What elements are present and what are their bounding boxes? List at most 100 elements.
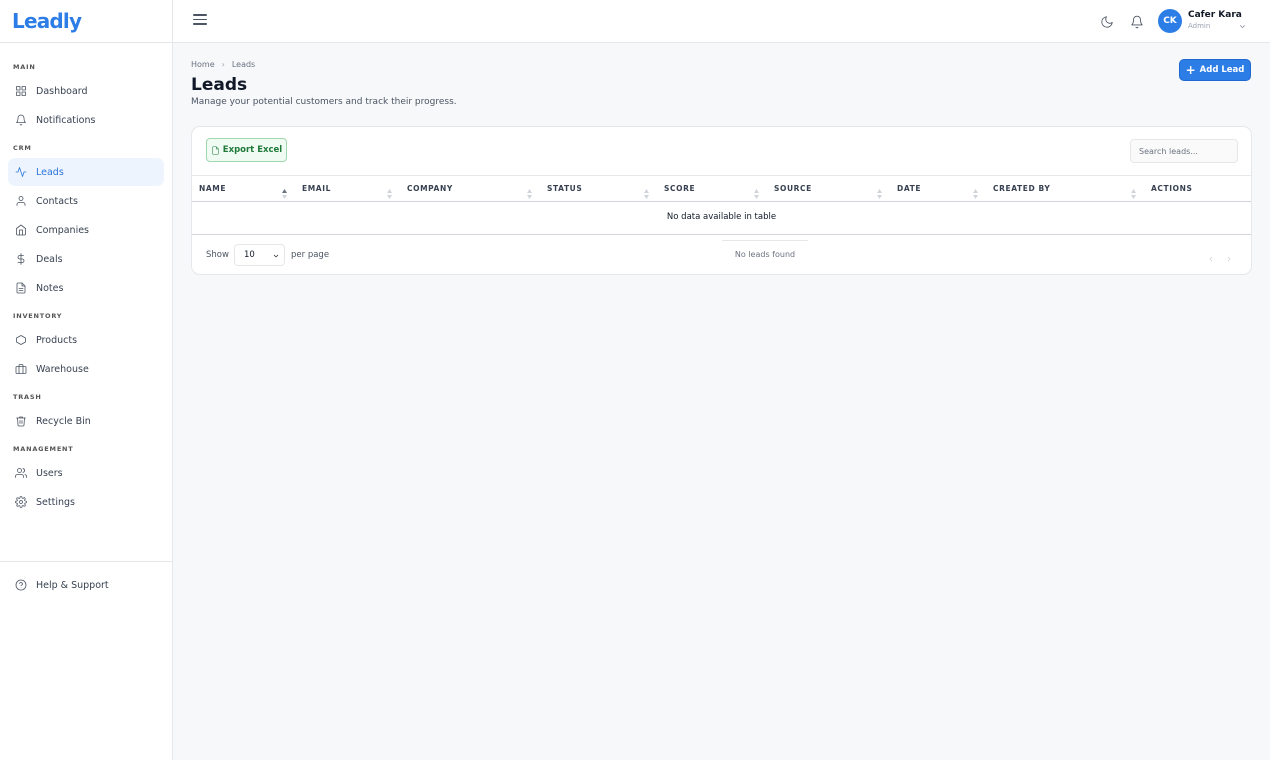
table-info-text: No leads found (722, 240, 808, 259)
sidebar-item-label: Notes (36, 282, 64, 294)
page-subtitle: Manage your potential customers and trac… (191, 97, 457, 107)
column-header-created-by[interactable]: CREATED BY (993, 176, 1050, 202)
sidebar-item-leads[interactable]: Leads (8, 158, 164, 186)
table-header: NAME EMAIL COMPANY STATUS SCORE SOURCE D… (192, 175, 1251, 202)
section-label-crm: CRM (13, 144, 32, 152)
theme-toggle-button[interactable] (1100, 14, 1114, 28)
bell-icon (16, 114, 26, 126)
sidebar-item-warehouse[interactable]: Warehouse (8, 355, 164, 383)
breadcrumb-current: Leads (231, 60, 256, 69)
sidebar-item-label: Recycle Bin (36, 415, 91, 427)
sidebar-item-label: Companies (36, 224, 90, 236)
sidebar-item-notifications[interactable]: Notifications (8, 106, 164, 134)
avatar[interactable]: CK (1158, 9, 1182, 33)
sidebar-item-label: Leads (36, 166, 64, 178)
gear-icon (15, 496, 27, 508)
sidebar-item-label: Dashboard (36, 85, 88, 97)
sort-icon[interactable] (527, 184, 532, 199)
section-label-inventory: INVENTORY (13, 312, 63, 320)
column-header-score[interactable]: SCORE (664, 176, 695, 202)
hamburger-icon (193, 14, 207, 16)
sidebar-item-label: Warehouse (36, 363, 89, 375)
sidebar-nav: MAIN Dashboard Notifications CRM Leads C… (0, 43, 172, 516)
section-label-trash: TRASH (13, 393, 42, 401)
page-title: Leads (191, 75, 248, 95)
column-header-actions: ACTIONS (1151, 184, 1193, 193)
column-header-name[interactable]: NAME (199, 176, 226, 202)
column-header-status[interactable]: STATUS (547, 176, 582, 202)
section-label-management: MANAGEMENT (13, 445, 74, 453)
notifications-button[interactable] (1130, 14, 1144, 29)
hexagon-icon (16, 335, 26, 345)
sidebar-item-companies[interactable]: Companies (8, 216, 164, 244)
sidebar-item-products[interactable]: Products (8, 326, 164, 354)
chevron-left-icon (1209, 256, 1213, 262)
sort-icon[interactable] (973, 184, 978, 199)
sidebar-item-dashboard[interactable]: Dashboard (8, 77, 164, 105)
sidebar-item-label: Notifications (36, 114, 96, 126)
sort-icon[interactable] (387, 184, 392, 199)
chevron-right-icon: › (221, 60, 225, 69)
sidebar-item-contacts[interactable]: Contacts (8, 187, 164, 215)
moon-icon (1101, 16, 1113, 28)
export-excel-button[interactable]: Export Excel (206, 138, 287, 162)
briefcase-icon (15, 364, 27, 374)
show-label: Show (206, 250, 229, 260)
column-header-source[interactable]: SOURCE (774, 176, 812, 202)
user-role: Admin (1188, 22, 1211, 30)
sidebar-item-deals[interactable]: Deals (8, 245, 164, 273)
users-icon (15, 468, 27, 478)
sort-asc-icon[interactable] (282, 184, 287, 199)
next-page-button[interactable] (1225, 248, 1235, 262)
sidebar-item-label: Contacts (36, 195, 78, 207)
prev-page-button[interactable] (1207, 248, 1217, 262)
sidebar-item-label: Users (36, 467, 63, 479)
add-lead-label: Add Lead (1199, 65, 1245, 75)
chevron-down-icon (1240, 25, 1245, 29)
sidebar-item-label: Settings (36, 496, 75, 508)
column-header-email[interactable]: EMAIL (302, 176, 331, 202)
file-icon (212, 145, 219, 155)
sidebar-item-label: Help & Support (36, 579, 109, 591)
logo-area: Leadly (0, 0, 172, 43)
dollar-icon (17, 253, 25, 265)
menu-toggle-button[interactable] (193, 14, 207, 28)
sidebar-item-settings[interactable]: Settings (8, 488, 164, 516)
add-lead-button[interactable]: + Add Lead (1179, 59, 1251, 81)
user-name[interactable]: Cafer Kara (1188, 10, 1242, 20)
section-label-main: MAIN (13, 63, 36, 71)
breadcrumb: Home › Leads (191, 60, 255, 69)
home-icon (16, 224, 26, 236)
sort-icon[interactable] (644, 184, 649, 199)
sort-icon[interactable] (754, 184, 759, 199)
per-page-select[interactable]: 10 (234, 244, 285, 266)
sidebar-item-help-support[interactable]: Help & Support (8, 571, 164, 599)
column-header-company[interactable]: COMPANY (407, 176, 453, 202)
column-header-date[interactable]: DATE (897, 176, 921, 202)
per-page-value: 10 (244, 250, 255, 260)
trash-icon (16, 416, 26, 427)
sidebar-item-users[interactable]: Users (8, 459, 164, 487)
sort-icon[interactable] (877, 184, 882, 199)
sidebar-item-notes[interactable]: Notes (8, 274, 164, 302)
per-page-label: per page (291, 250, 330, 260)
sidebar-item-label: Deals (36, 253, 63, 265)
top-header: CK Cafer Kara Admin (173, 0, 1270, 43)
file-text-icon (16, 282, 26, 294)
logo[interactable]: Leadly (12, 9, 82, 33)
sort-icon[interactable] (1131, 184, 1136, 199)
sidebar-item-recycle-bin[interactable]: Recycle Bin (8, 407, 164, 435)
help-circle-icon (15, 579, 27, 591)
user-menu-chevron[interactable] (1238, 16, 1247, 29)
bell-icon (1131, 15, 1143, 29)
plus-icon: + (1185, 63, 1196, 77)
grid-icon (16, 86, 26, 96)
export-excel-label: Export Excel (222, 145, 283, 155)
breadcrumb-home[interactable]: Home (191, 60, 215, 69)
sidebar-item-label: Products (36, 334, 78, 346)
search-input[interactable] (1130, 139, 1238, 163)
leads-table-card: Export Excel NAME EMAIL COMPANY STATUS S… (191, 126, 1252, 275)
user-icon (16, 196, 26, 206)
sidebar: Leadly MAIN Dashboard Notifications CRM … (0, 0, 173, 760)
help-section: Help & Support (0, 561, 172, 599)
